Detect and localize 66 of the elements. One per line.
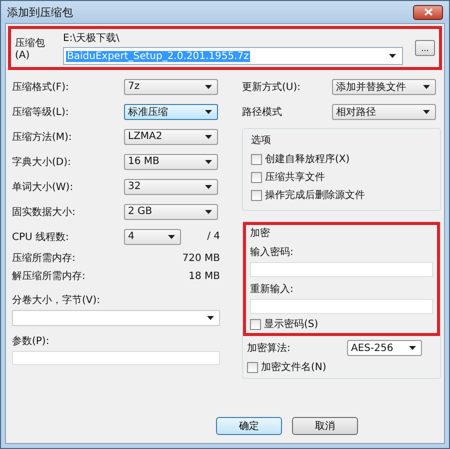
reenter-password-field[interactable] bbox=[250, 299, 433, 314]
volume-label: 分卷大小，字节(V): bbox=[12, 294, 102, 307]
params-field[interactable] bbox=[12, 351, 220, 365]
checkbox[interactable] bbox=[251, 190, 262, 200]
caret-icon bbox=[409, 346, 416, 350]
setting-label: 路径模式 bbox=[242, 106, 283, 118]
dropdown[interactable]: 32 bbox=[124, 178, 218, 194]
checkbox-label: 显示密码(S) bbox=[264, 318, 318, 331]
setting-label: CPU 线程数: bbox=[12, 230, 70, 244]
checkbox[interactable] bbox=[250, 318, 261, 330]
caret-icon bbox=[205, 134, 212, 138]
caret-icon bbox=[389, 54, 396, 58]
setting-label: 压缩所需内存: bbox=[12, 252, 76, 265]
setting-label: 字典大小(D): bbox=[12, 156, 72, 168]
dropdown[interactable]: 添加并替换文件 bbox=[332, 78, 436, 94]
folder-path: E:\天极下载\ bbox=[63, 32, 120, 45]
dropdown[interactable]: 16 MB bbox=[124, 154, 218, 170]
caret-icon bbox=[423, 84, 430, 88]
archive-label: 压缩包(A) bbox=[15, 36, 46, 60]
password-label: 输入密码: bbox=[250, 246, 294, 259]
checkbox-label: 压缩共享文件 bbox=[265, 170, 325, 184]
setting-label: 更新方式(U): bbox=[242, 80, 302, 94]
dropdown[interactable]: 标准压缩 bbox=[124, 104, 218, 120]
checkbox-label: 操作完成后删除源文件 bbox=[265, 188, 365, 202]
setting-label: 单词大小(W): bbox=[12, 180, 74, 194]
reenter-label: 重新输入: bbox=[250, 282, 294, 296]
dropdown[interactable]: 相对路径 bbox=[332, 104, 436, 120]
method-label: 加密算法: bbox=[247, 342, 292, 355]
selected-text: BaiduExpert_Setup_2.0.201.1955.7z bbox=[66, 50, 250, 62]
caret-icon bbox=[207, 316, 214, 320]
caret-icon bbox=[168, 234, 175, 238]
close-icon bbox=[424, 8, 432, 16]
checkbox[interactable] bbox=[251, 154, 262, 164]
group-title: 加密 bbox=[250, 226, 271, 240]
volume-dropdown[interactable] bbox=[12, 310, 220, 326]
caret-icon bbox=[205, 210, 212, 214]
close-button[interactable] bbox=[413, 4, 443, 20]
password-field[interactable] bbox=[250, 262, 433, 277]
memory-value: 720 MB bbox=[182, 252, 220, 264]
caret-icon bbox=[205, 110, 212, 114]
dropdown[interactable]: LZMA2 bbox=[124, 128, 218, 144]
setting-label: 压缩等级(L): bbox=[12, 106, 70, 118]
checkbox-label: 创建自释放程序(X) bbox=[265, 152, 350, 166]
dropdown[interactable]: 7z bbox=[124, 78, 218, 94]
caret-icon bbox=[205, 160, 212, 164]
dropdown[interactable]: AES-256 bbox=[347, 340, 422, 356]
caret-icon bbox=[423, 110, 430, 114]
caret-icon bbox=[205, 184, 212, 188]
dialog-button[interactable]: 确定 bbox=[216, 417, 282, 435]
setting-label: 压缩格式(F): bbox=[12, 80, 70, 94]
setting-label: 固实数据大小: bbox=[12, 206, 76, 218]
params-label: 参数(P): bbox=[12, 334, 50, 348]
group-title: 选项 bbox=[251, 134, 272, 147]
checkbox[interactable] bbox=[251, 172, 262, 182]
browse-button[interactable]: ... bbox=[415, 40, 435, 56]
setting-label: 解压缩所需内存: bbox=[12, 270, 86, 283]
dropdown[interactable]: 4 bbox=[124, 228, 181, 244]
setting-label: 压缩方法(M): bbox=[12, 130, 73, 144]
checkbox[interactable] bbox=[247, 362, 258, 372]
dropdown[interactable]: 2 GB bbox=[124, 204, 218, 220]
checkbox-label: 加密文件名(N) bbox=[261, 360, 326, 374]
memory-value: 18 MB bbox=[188, 270, 220, 282]
thread-count: / 4 bbox=[207, 231, 220, 242]
window-title: 添加到压缩包 bbox=[7, 4, 73, 20]
dialog-button[interactable]: 取消 bbox=[292, 417, 358, 435]
caret-icon bbox=[205, 84, 212, 88]
